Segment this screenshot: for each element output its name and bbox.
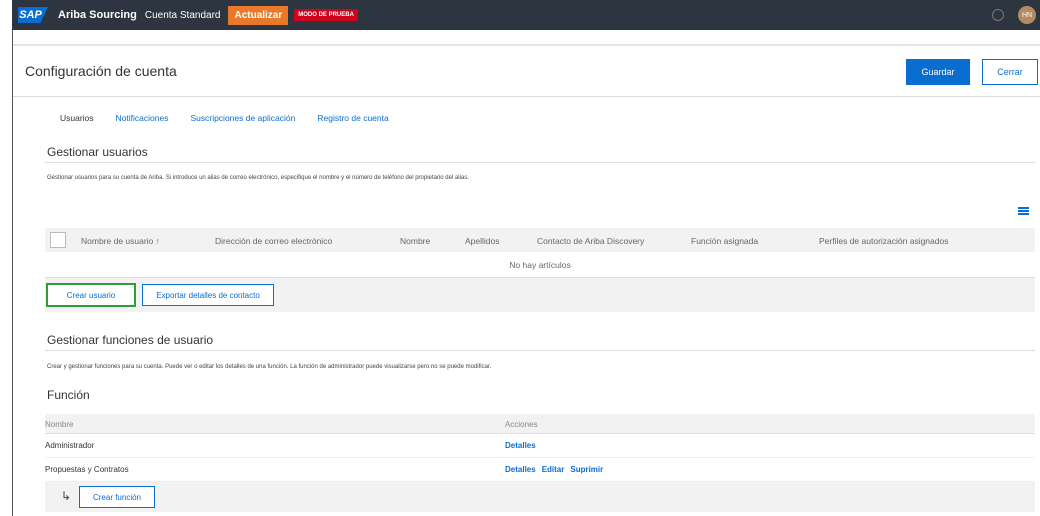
tab-usuarios[interactable]: Usuarios bbox=[60, 113, 94, 123]
manage-users-description: Gestionar usuarios para su cuenta de Ari… bbox=[47, 175, 469, 181]
col-role-actions: Acciones bbox=[505, 420, 538, 429]
test-mode-badge: MODO DE PRUEBA bbox=[294, 9, 358, 21]
tab-bar: Usuarios Notificaciones Suscripciones de… bbox=[60, 113, 389, 123]
close-button[interactable]: Cerrar bbox=[982, 59, 1038, 85]
col-discovery-contact[interactable]: Contacto de Ariba Discovery bbox=[537, 236, 644, 246]
role-name: Propuestas y Contratos bbox=[45, 465, 129, 474]
page-left-border bbox=[12, 30, 13, 516]
tab-suscripciones[interactable]: Suscripciones de aplicación bbox=[190, 113, 295, 123]
table-header: Nombre de usuario ↑ Dirección de correo … bbox=[45, 228, 1035, 252]
create-role-button[interactable]: Crear función bbox=[79, 486, 155, 508]
tab-notificaciones[interactable]: Notificaciones bbox=[116, 113, 169, 123]
avatar[interactable]: HN bbox=[1018, 6, 1036, 24]
users-action-bar: Crear usuario Exportar detalles de conta… bbox=[45, 278, 1035, 312]
col-last-name[interactable]: Apellidos bbox=[465, 236, 500, 246]
app-name: Ariba Sourcing bbox=[58, 9, 137, 21]
section-divider bbox=[45, 162, 1035, 163]
section-divider bbox=[45, 350, 1035, 351]
empty-table-message: No hay artículos bbox=[45, 252, 1035, 278]
delete-link[interactable]: Suprimir bbox=[570, 465, 603, 474]
page-title: Configuración de cuenta bbox=[25, 63, 177, 79]
role-subtitle: Función bbox=[47, 388, 90, 402]
upgrade-button[interactable]: Actualizar bbox=[228, 5, 289, 25]
title-divider bbox=[13, 96, 1040, 97]
table-row: Propuestas y Contratos Detalles Editar S… bbox=[45, 458, 1035, 482]
select-all-checkbox[interactable] bbox=[50, 232, 66, 248]
col-username[interactable]: Nombre de usuario ↑ bbox=[81, 236, 160, 246]
edit-link[interactable]: Editar bbox=[542, 465, 565, 474]
roles-action-bar: ↳ Crear función bbox=[45, 482, 1035, 512]
manage-roles-title: Gestionar funciones de usuario bbox=[47, 333, 214, 347]
header-strip bbox=[13, 44, 1040, 46]
manage-users-title: Gestionar usuarios bbox=[47, 145, 148, 159]
col-email[interactable]: Dirección de correo electrónico bbox=[215, 236, 332, 246]
roles-table-header: Nombre Acciones bbox=[45, 414, 1035, 434]
save-button[interactable]: Guardar bbox=[906, 59, 970, 85]
details-link[interactable]: Detalles bbox=[505, 441, 536, 450]
col-first-name[interactable]: Nombre bbox=[400, 236, 430, 246]
export-contacts-button[interactable]: Exportar detalles de contacto bbox=[142, 284, 274, 306]
table-options-icon[interactable] bbox=[1018, 207, 1029, 215]
roles-table: Nombre Acciones Administrador Detalles P… bbox=[45, 414, 1035, 512]
corner-arrow-icon: ↳ bbox=[61, 489, 72, 503]
manage-roles-description: Crear y gestionar funciones para su cuen… bbox=[47, 364, 492, 370]
top-navigation-bar: SAP Ariba Sourcing Cuenta Standard Actua… bbox=[12, 0, 1040, 30]
account-type: Cuenta Standard bbox=[144, 9, 221, 21]
create-user-button[interactable]: Crear usuario bbox=[46, 283, 136, 307]
details-link[interactable]: Detalles bbox=[505, 465, 536, 474]
col-auth-profiles[interactable]: Perfiles de autorización asignados bbox=[819, 236, 948, 246]
users-table: Nombre de usuario ↑ Dirección de correo … bbox=[45, 228, 1035, 312]
sap-logo: SAP bbox=[18, 7, 48, 23]
table-row: Administrador Detalles bbox=[45, 434, 1035, 458]
col-role-name: Nombre bbox=[45, 420, 74, 429]
col-assigned-role[interactable]: Función asignada bbox=[691, 236, 758, 246]
role-name: Administrador bbox=[45, 441, 95, 450]
help-icon[interactable] bbox=[992, 9, 1004, 21]
tab-registro[interactable]: Registro de cuenta bbox=[317, 113, 388, 123]
